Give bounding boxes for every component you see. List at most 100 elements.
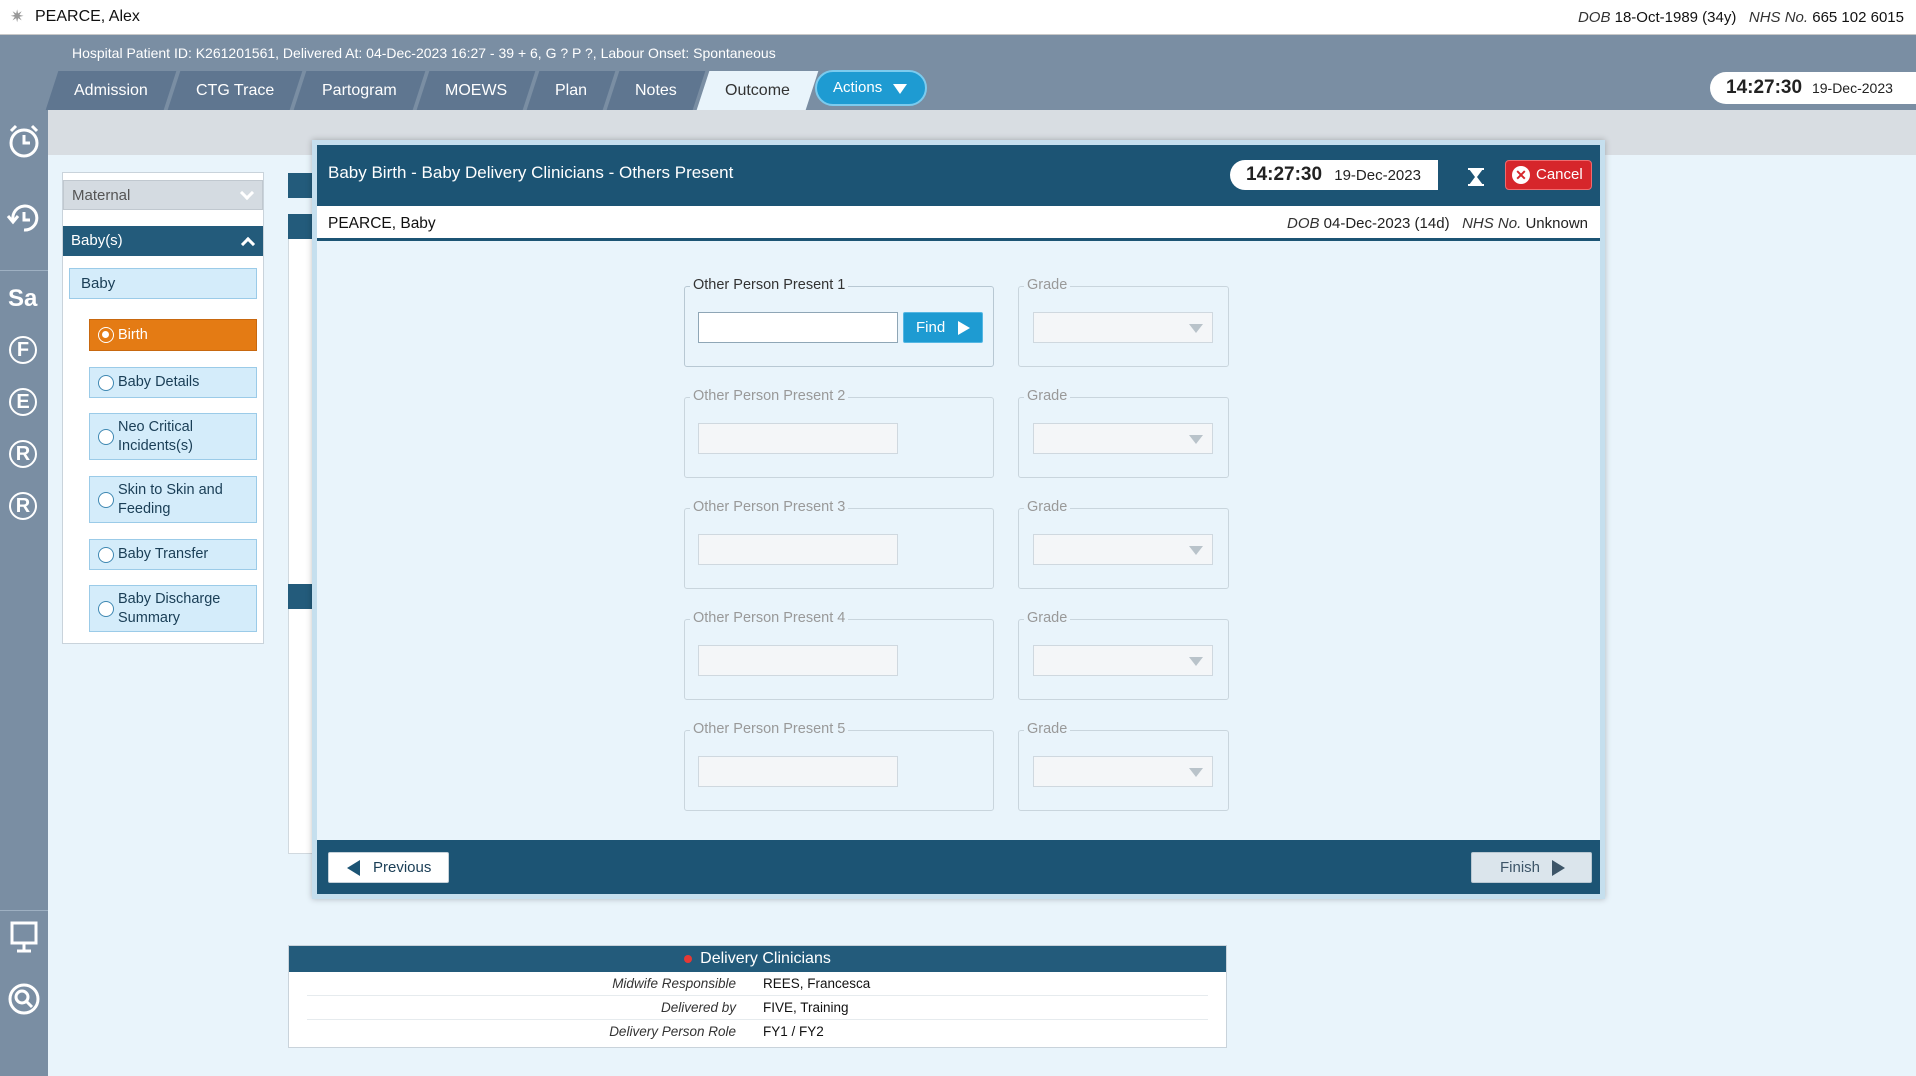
baby-dob-label: DOB xyxy=(1286,215,1320,232)
search-icon[interactable] xyxy=(5,980,43,1018)
rail-letter-e[interactable]: E xyxy=(9,388,37,416)
tab-moews[interactable]: MOEWS xyxy=(416,71,536,110)
nav-item-neo-critical-incidents[interactable]: Neo Critical Incidents(s) xyxy=(89,413,257,460)
tab-label: Plan xyxy=(554,82,587,99)
nhs-label: NHS No. xyxy=(1748,9,1809,26)
baby-dob: 04-Dec-2023 (14d) xyxy=(1323,215,1450,232)
dialog-footer: Previous Finish xyxy=(317,840,1600,894)
cancel-button[interactable]: ✕ Cancel xyxy=(1505,160,1592,190)
close-circle-icon: ✕ xyxy=(1512,166,1530,184)
delivery-clinicians-summary: Delivery Clinicians Midwife Responsible … xyxy=(288,945,1227,1048)
rail-letter-r-2[interactable]: R xyxy=(9,492,37,520)
other-person-5-input[interactable] xyxy=(698,756,898,787)
field-label: Grade xyxy=(1024,277,1071,293)
find-button[interactable]: Find xyxy=(903,312,983,343)
nav-item-label: Neo Critical Incidents(s) xyxy=(118,419,193,454)
tab-notes[interactable]: Notes xyxy=(606,71,706,110)
clock-date: 19-Dec-2023 xyxy=(1811,80,1893,96)
header-clock: 14:27:30 19-Dec-2023 xyxy=(1710,72,1916,104)
dialog-clock-time: 14:27:30 xyxy=(1246,164,1323,185)
grade-2-select[interactable] xyxy=(1033,423,1213,454)
tab-bar: Admission CTG Trace Partogram MOEWS Plan… xyxy=(45,71,819,110)
tab-ctg-trace[interactable]: CTG Trace xyxy=(167,71,303,110)
other-person-2-input[interactable] xyxy=(698,423,898,454)
clinician-row: Delivered by FIVE, Training xyxy=(307,996,1208,1020)
patient-name: PEARCE, Alex xyxy=(35,8,140,25)
row-value: REES, Francesca xyxy=(763,976,871,991)
presentation-board-icon[interactable] xyxy=(5,918,43,956)
find-label: Find xyxy=(916,319,946,336)
rail-sa[interactable]: Sa xyxy=(8,285,37,313)
grade-1-select[interactable] xyxy=(1033,312,1213,343)
other-person-4-input[interactable] xyxy=(698,645,898,676)
tab-label: CTG Trace xyxy=(195,82,275,99)
grade-2-group: Grade xyxy=(1018,388,1229,478)
patient-nhs-number: 665 102 6015 xyxy=(1812,9,1904,26)
grade-3-select[interactable] xyxy=(1033,534,1213,565)
clinician-row: Midwife Responsible REES, Francesca xyxy=(307,972,1208,996)
cancel-label: Cancel xyxy=(1536,166,1583,183)
baby-banner: PEARCE, Baby DOB 04-Dec-2023 (14d) NHS N… xyxy=(317,206,1600,241)
previous-button[interactable]: Previous xyxy=(328,852,449,883)
field-label: Grade xyxy=(1024,388,1071,404)
caret-down-icon xyxy=(1189,546,1203,555)
finish-label: Finish xyxy=(1500,859,1541,876)
other-person-1-group: Other Person Present 1 Find xyxy=(684,277,994,367)
nav-item-birth[interactable]: Birth xyxy=(89,319,257,351)
nav-item-label: Baby Discharge Summary xyxy=(118,591,221,626)
grade-5-select[interactable] xyxy=(1033,756,1213,787)
tab-plan[interactable]: Plan xyxy=(526,71,616,110)
nav-baby[interactable]: Baby xyxy=(69,268,257,299)
other-person-2-group: Other Person Present 2 xyxy=(684,388,994,478)
section-title: Delivery Clinicians xyxy=(700,950,831,967)
baby-identifiers: DOB 04-Dec-2023 (14d) NHS No. Unknown xyxy=(1287,215,1588,232)
patient-dob: 18-Oct-1989 (34y) xyxy=(1614,9,1737,26)
dialog-title: Baby Birth - Baby Delivery Clinicians - … xyxy=(328,163,734,182)
finish-button[interactable]: Finish xyxy=(1471,852,1592,883)
field-label: Grade xyxy=(1024,721,1071,737)
other-person-3-input[interactable] xyxy=(698,534,898,565)
section-label: Baby(s) xyxy=(71,232,123,249)
section-maternal[interactable]: Maternal xyxy=(63,180,263,210)
clinician-row: Delivery Person Role FY1 / FY2 xyxy=(307,1020,1208,1044)
rail-letter-r[interactable]: R xyxy=(9,440,37,468)
other-person-5-group: Other Person Present 5 xyxy=(684,721,994,811)
section-babys[interactable]: Baby(s) xyxy=(63,226,263,256)
section-label: Maternal xyxy=(72,187,131,204)
nav-item-baby-discharge-summary[interactable]: Baby Discharge Summary xyxy=(89,585,257,632)
others-present-dialog: Baby Birth - Baby Delivery Clinicians - … xyxy=(312,140,1605,899)
nav-item-baby-details[interactable]: Baby Details xyxy=(89,367,257,398)
caret-down-icon xyxy=(1189,324,1203,333)
nav-item-baby-transfer[interactable]: Baby Transfer xyxy=(89,539,257,570)
history-clock-icon[interactable] xyxy=(5,198,43,236)
record-navigation: Maternal Baby(s) Baby Birth Baby Details… xyxy=(62,172,264,644)
dialog-clock-date: 19-Dec-2023 xyxy=(1334,167,1421,184)
hourglass-icon[interactable] xyxy=(1468,168,1484,186)
tab-outcome[interactable]: Outcome xyxy=(696,71,819,110)
arrow-left-icon xyxy=(347,860,360,876)
dialog-clock[interactable]: 14:27:30 19-Dec-2023 xyxy=(1230,160,1438,190)
tab-label: MOEWS xyxy=(444,82,507,99)
patient-identifiers: DOB 18-Oct-1989 (34y) NHS No. 665 102 60… xyxy=(1578,9,1904,26)
other-person-1-input[interactable] xyxy=(698,312,898,343)
actions-label: Actions xyxy=(833,79,883,96)
chevron-down-icon xyxy=(239,185,255,201)
field-label: Other Person Present 5 xyxy=(690,721,849,737)
other-person-4-group: Other Person Present 4 xyxy=(684,610,994,700)
actions-button[interactable]: Actions xyxy=(815,70,927,106)
tab-label: Admission xyxy=(74,82,148,99)
grade-4-group: Grade xyxy=(1018,610,1229,700)
grade-4-select[interactable] xyxy=(1033,645,1213,676)
rail-letter-f[interactable]: F xyxy=(9,336,37,364)
nav-item-label: Birth xyxy=(118,327,148,343)
row-value: FIVE, Training xyxy=(763,1000,849,1015)
tab-label: Partogram xyxy=(322,82,397,99)
tab-partogram[interactable]: Partogram xyxy=(293,71,426,110)
tab-admission[interactable]: Admission xyxy=(45,71,177,110)
favourite-star-icon[interactable]: ✷ xyxy=(10,8,28,26)
row-value: FY1 / FY2 xyxy=(763,1024,824,1039)
nav-item-skin-to-skin[interactable]: Skin to Skin and Feeding xyxy=(89,476,257,523)
row-label: Midwife Responsible xyxy=(612,976,736,991)
clock-time: 14:27:30 xyxy=(1726,77,1803,98)
alarm-clock-icon[interactable] xyxy=(5,122,43,160)
